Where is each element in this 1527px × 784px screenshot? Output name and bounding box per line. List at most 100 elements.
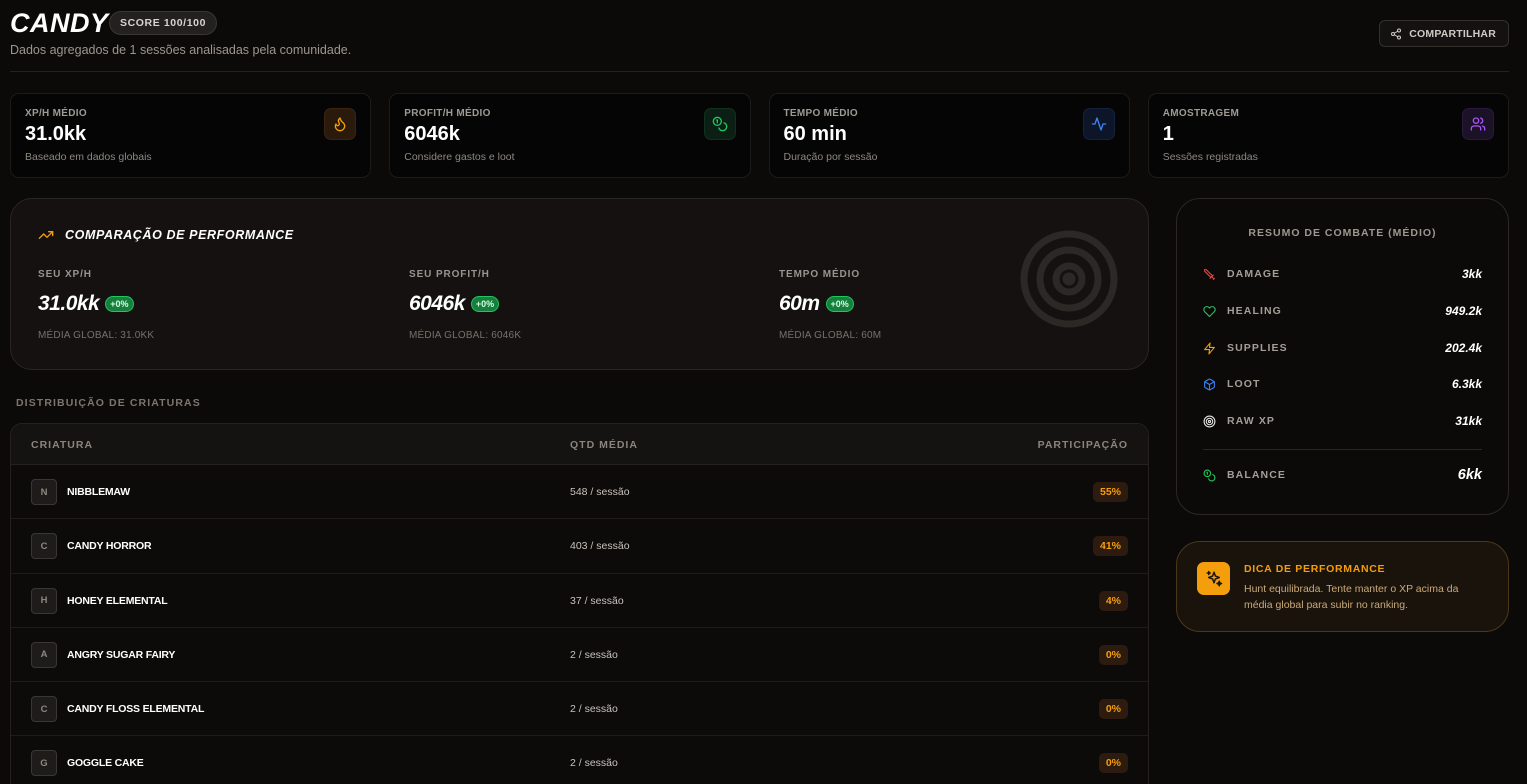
tip-title: DICA DE PERFORMANCE bbox=[1244, 563, 1386, 575]
comparison-value: 31.0kk bbox=[38, 292, 100, 315]
global-average: MÉDIA GLOBAL: 31.0KK bbox=[38, 330, 155, 341]
delta-badge: +0% bbox=[105, 296, 134, 312]
share-button[interactable]: COMPARTILHAR bbox=[1379, 20, 1509, 47]
combat-value: 31kk bbox=[1455, 414, 1482, 428]
table-header: CRIATURA QTD MÉDIA PARTICIPAÇÃO bbox=[11, 424, 1148, 465]
comparison-profit: SEU PROFIT/H 6046k +0% MÉDIA GLOBAL: 604… bbox=[409, 269, 521, 341]
creature-name: GOGGLE CAKE bbox=[67, 757, 144, 770]
comparison-label: SEU PROFIT/H bbox=[409, 269, 490, 280]
combat-row-raw-xp: RAW XP 31kk bbox=[1203, 413, 1482, 429]
stat-card-profit: PROFIT/H MÉDIO 6046k Considere gastos e … bbox=[389, 93, 751, 178]
combat-value: 202.4k bbox=[1445, 341, 1482, 355]
global-average: MÉDIA GLOBAL: 60M bbox=[779, 330, 882, 341]
share-badge: 0% bbox=[1098, 699, 1128, 720]
combat-label: HEALING bbox=[1227, 305, 1282, 317]
global-average: MÉDIA GLOBAL: 6046K bbox=[409, 330, 522, 341]
stat-label: TEMPO MÉDIO bbox=[783, 108, 858, 119]
users-icon bbox=[1462, 108, 1494, 140]
stat-note: Considere gastos e loot bbox=[404, 151, 515, 163]
stat-note: Duração por sessão bbox=[783, 151, 878, 163]
stat-note: Baseado em dados globais bbox=[25, 151, 152, 163]
combat-value: 6.3kk bbox=[1451, 377, 1482, 391]
table-row: A ANGRY SUGAR FAIRY 2 / sessão 0% bbox=[11, 628, 1148, 683]
share-badge: 55% bbox=[1092, 482, 1128, 502]
performance-comparison-card: COMPARAÇÃO DE PERFORMANCE SEU XP/H 31.0k… bbox=[10, 198, 1149, 370]
creature-qty: 548 / sessão bbox=[570, 486, 630, 498]
comparison-header: COMPARAÇÃO DE PERFORMANCE bbox=[38, 227, 294, 243]
creature-name: CANDY FLOSS ELEMENTAL bbox=[67, 703, 205, 716]
creature-avatar: H bbox=[31, 587, 57, 614]
page-header: CANDY SCORE 100/100 Dados agregados de 1… bbox=[10, 8, 1509, 72]
comparison-xp: SEU XP/H 31.0kk +0% MÉDIA GLOBAL: 31.0KK bbox=[38, 269, 154, 341]
delta-badge: +0% bbox=[470, 296, 500, 312]
stat-label: AMOSTRAGEM bbox=[1162, 108, 1240, 119]
creature-name: ANGRY SUGAR FAIRY bbox=[67, 648, 176, 661]
stat-value: 1 bbox=[1162, 123, 1174, 145]
creature-avatar: C bbox=[31, 696, 57, 723]
target-icon bbox=[1020, 230, 1118, 328]
combat-label: SUPPLIES bbox=[1227, 342, 1288, 354]
combat-row-damage: DAMAGE 3kk bbox=[1203, 266, 1482, 282]
coins-icon bbox=[703, 108, 736, 140]
comparison-time: TEMPO MÉDIO 60m +0% MÉDIA GLOBAL: 60M bbox=[779, 269, 881, 341]
comparison-value: 60m bbox=[779, 292, 820, 315]
creature-qty: 2 / sessão bbox=[570, 757, 618, 770]
creature-avatar: N bbox=[31, 479, 57, 505]
trending-up-icon bbox=[38, 231, 54, 239]
share-badge: 4% bbox=[1098, 590, 1128, 611]
creature-name: HONEY ELEMENTAL bbox=[67, 594, 168, 607]
combat-summary-card: RESUMO DE COMBATE (MÉDIO) DAMAGE 3kk HEA… bbox=[1176, 198, 1509, 515]
stat-label: PROFIT/H MÉDIO bbox=[404, 108, 491, 119]
stat-value: 60 min bbox=[783, 123, 847, 145]
comparison-label: TEMPO MÉDIO bbox=[779, 269, 861, 280]
creature-name: NIBBLEMAW bbox=[67, 486, 130, 498]
combat-label: DAMAGE bbox=[1227, 268, 1281, 280]
column-header-creature: CRIATURA bbox=[31, 439, 94, 451]
combat-row-healing: HEALING 949.2k bbox=[1203, 303, 1482, 319]
creature-qty: 2 / sessão bbox=[570, 648, 618, 661]
combat-row-balance: BALANCE 6kk bbox=[1203, 467, 1482, 483]
combat-summary-title: RESUMO DE COMBATE (MÉDIO) bbox=[1248, 227, 1437, 239]
creatures-section-title: DISTRIBUIÇÃO DE CRIATURAS bbox=[16, 397, 201, 409]
balance-value: 6kk bbox=[1457, 467, 1482, 483]
share-icon bbox=[1391, 28, 1402, 39]
balance-label: BALANCE bbox=[1227, 469, 1287, 481]
sparkles-icon bbox=[1197, 562, 1230, 595]
combat-value: 949.2k bbox=[1445, 304, 1482, 318]
column-header-share: PARTICIPAÇÃO bbox=[1037, 439, 1128, 451]
flame-icon bbox=[324, 108, 357, 140]
table-row: N NIBBLEMAW 548 / sessão 55% bbox=[11, 465, 1148, 520]
heart-icon bbox=[1203, 305, 1216, 317]
creature-name: CANDY HORROR bbox=[67, 540, 152, 553]
table-row: C CANDY HORROR 403 / sessão 41% bbox=[11, 519, 1148, 574]
sword-icon bbox=[1204, 268, 1215, 280]
stat-cards: XP/H MÉDIO 31.0kk Baseado em dados globa… bbox=[10, 93, 1509, 178]
table-row: G GOGGLE CAKE 2 / sessão 0% bbox=[11, 736, 1148, 784]
creature-avatar: G bbox=[31, 750, 57, 777]
creature-qty: 2 / sessão bbox=[570, 703, 618, 716]
creature-avatar: A bbox=[31, 641, 57, 668]
page: CANDY SCORE 100/100 Dados agregados de 1… bbox=[0, 0, 1527, 784]
share-badge: 41% bbox=[1092, 536, 1128, 557]
table-row: C CANDY FLOSS ELEMENTAL 2 / sessão 0% bbox=[11, 682, 1148, 737]
column-header-qty: QTD MÉDIA bbox=[570, 439, 638, 451]
stat-label: XP/H MÉDIO bbox=[25, 108, 87, 119]
coins-icon bbox=[1203, 469, 1216, 481]
divider bbox=[1203, 449, 1482, 450]
creatures-table: CRIATURA QTD MÉDIA PARTICIPAÇÃO N NIBBLE… bbox=[10, 423, 1149, 784]
bolt-icon bbox=[1204, 342, 1215, 354]
creature-avatar: C bbox=[31, 533, 57, 560]
table-row: H HONEY ELEMENTAL 37 / sessão 4% bbox=[11, 574, 1148, 628]
activity-icon bbox=[1082, 108, 1115, 140]
combat-value: 3kk bbox=[1461, 267, 1482, 281]
share-badge: 0% bbox=[1098, 644, 1128, 665]
combat-row-supplies: SUPPLIES 202.4k bbox=[1203, 340, 1482, 356]
page-title: CANDY bbox=[10, 8, 109, 38]
stat-card-sample: AMOSTRAGEM 1 Sessões registradas bbox=[1147, 93, 1509, 178]
stat-value: 31.0kk bbox=[25, 123, 87, 145]
comparison-value: 6046k bbox=[409, 292, 465, 315]
stat-note: Sessões registradas bbox=[1162, 151, 1258, 163]
share-badge: 0% bbox=[1098, 753, 1128, 774]
target-icon bbox=[1203, 415, 1216, 427]
combat-row-loot: LOOT 6.3kk bbox=[1203, 376, 1482, 392]
